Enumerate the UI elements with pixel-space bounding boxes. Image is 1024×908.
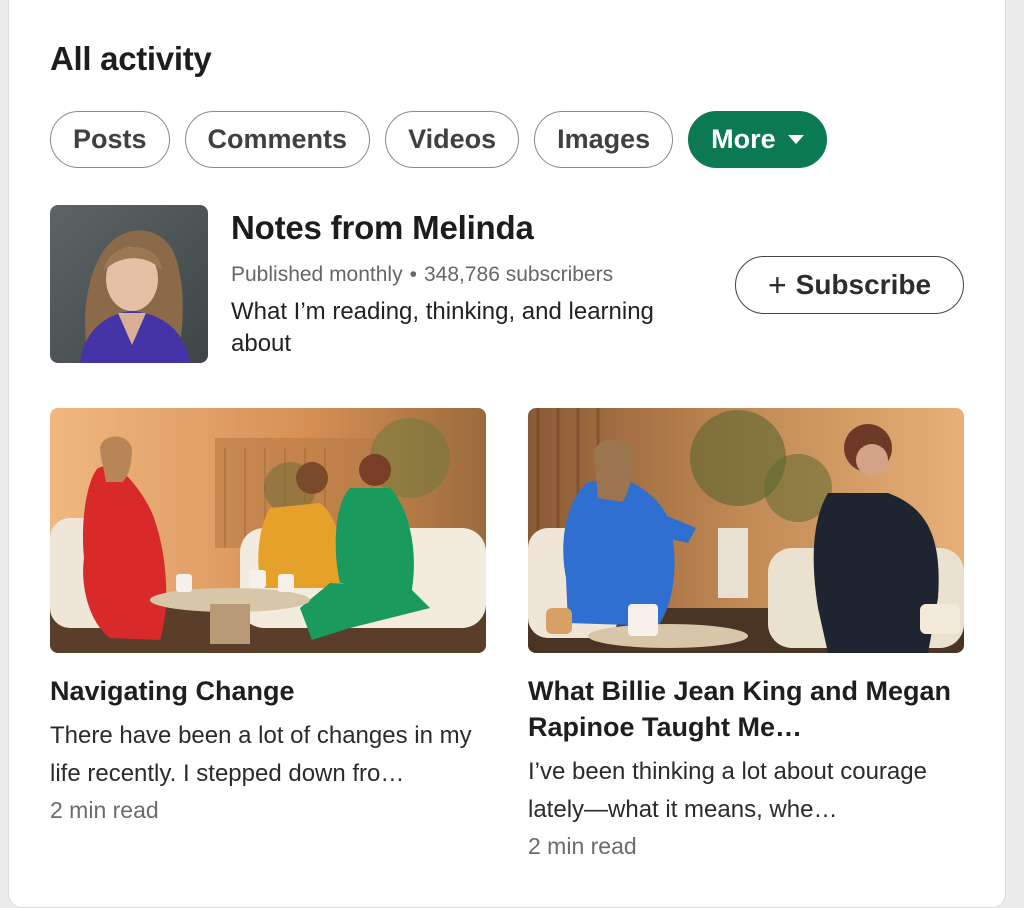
article-title[interactable]: Navigating Change [50, 673, 486, 709]
article-read-time: 2 min read [50, 797, 159, 823]
article-title[interactable]: What Billie Jean King and Megan Rapinoe … [528, 673, 964, 745]
filter-images-button[interactable]: Images [534, 111, 674, 168]
subscribe-label: Subscribe [795, 269, 932, 300]
article-read-time: 2 min read [528, 833, 637, 859]
article-card[interactable]: What Billie Jean King and Megan Rapinoe … [528, 408, 964, 860]
filter-more-label: More [711, 124, 776, 154]
article-excerpt: I’ve been thinking a lot about courage l… [528, 758, 927, 823]
subscribe-button[interactable]: + Subscribe [735, 256, 964, 314]
filter-videos-button[interactable]: Videos [385, 111, 520, 168]
newsletter-title[interactable]: Notes from Melinda [231, 209, 534, 247]
article-card[interactable]: Navigating Change There have been a lot … [50, 408, 486, 824]
article-image[interactable] [50, 408, 486, 653]
filter-posts-button[interactable]: Posts [50, 111, 170, 168]
filter-pills: Posts Comments Videos Images More [50, 111, 827, 168]
filter-more-button[interactable]: More [688, 111, 827, 168]
article-excerpt: There have been a lot of changes in my l… [50, 722, 472, 787]
newsletter-frequency: Published monthly [231, 263, 403, 286]
newsletter-description: What I’m reading, thinking, and learning… [231, 298, 654, 357]
section-title: All activity [50, 40, 212, 77]
caret-down-icon [787, 135, 804, 144]
newsletter-meta: Published monthly • 348,786 subscribers [231, 263, 613, 287]
meta-separator: • [409, 263, 417, 286]
article-image[interactable] [528, 408, 964, 653]
filter-comments-button[interactable]: Comments [184, 111, 371, 168]
plus-icon: + [767, 267, 787, 303]
newsletter-avatar[interactable] [50, 205, 208, 363]
newsletter-subscribers: 348,786 subscribers [423, 263, 614, 286]
